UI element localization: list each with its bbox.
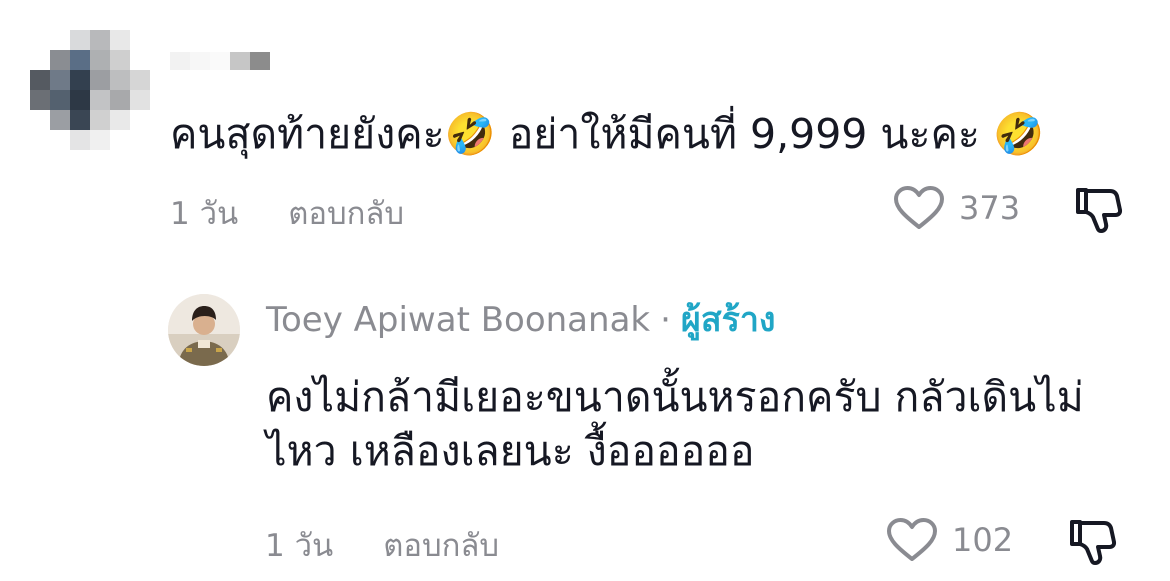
dislike-button[interactable] [1072, 184, 1124, 236]
creator-badge: ผู้สร้าง [680, 300, 776, 340]
thumbs-down-outline-icon [1072, 184, 1124, 236]
reply-reply-button[interactable]: ตอบกลับ [383, 520, 499, 570]
reply-like-button[interactable]: 102 [886, 517, 1013, 563]
avatar-pixelated[interactable] [30, 30, 150, 150]
separator-dot: · [660, 300, 671, 340]
reply-time: 1 วัน [265, 528, 334, 564]
reply-text-line-2: ไหว เหลืองเลยนะ งื้ออออออ [266, 427, 755, 475]
like-count: 373 [959, 189, 1021, 227]
reply-dislike-button[interactable] [1066, 516, 1118, 568]
like-button[interactable]: 373 [893, 185, 1020, 231]
reply-like-count: 102 [952, 521, 1014, 559]
comment-text: คนสุดท้ายยังคะ🤣 อย่าให้มีคนที่ 9,999 นะค… [170, 110, 1044, 158]
reply-avatar[interactable] [168, 294, 240, 366]
username-pixelated[interactable] [170, 50, 270, 72]
reply-text: คงไม่กล้ามีเยอะขนาดนั้นหรอกครับ กลัวเดิน… [266, 370, 1146, 478]
comment-meta: 1 วัน ตอบกลับ [170, 188, 404, 238]
thumbs-down-outline-icon [1066, 516, 1118, 568]
reply-meta: 1 วัน ตอบกลับ [265, 520, 499, 570]
heart-outline-icon [893, 185, 945, 231]
comment-time: 1 วัน [170, 196, 239, 232]
heart-outline-icon [886, 517, 938, 563]
reply-header: Toey Apiwat Boonanak · ผู้สร้าง [266, 298, 776, 342]
reply-button[interactable]: ตอบกลับ [288, 188, 404, 238]
reply-author-name[interactable]: Toey Apiwat Boonanak [266, 298, 650, 342]
reply-text-line-1: คงไม่กล้ามีเยอะขนาดนั้นหรอกครับ กลัวเดิน… [266, 373, 1084, 421]
